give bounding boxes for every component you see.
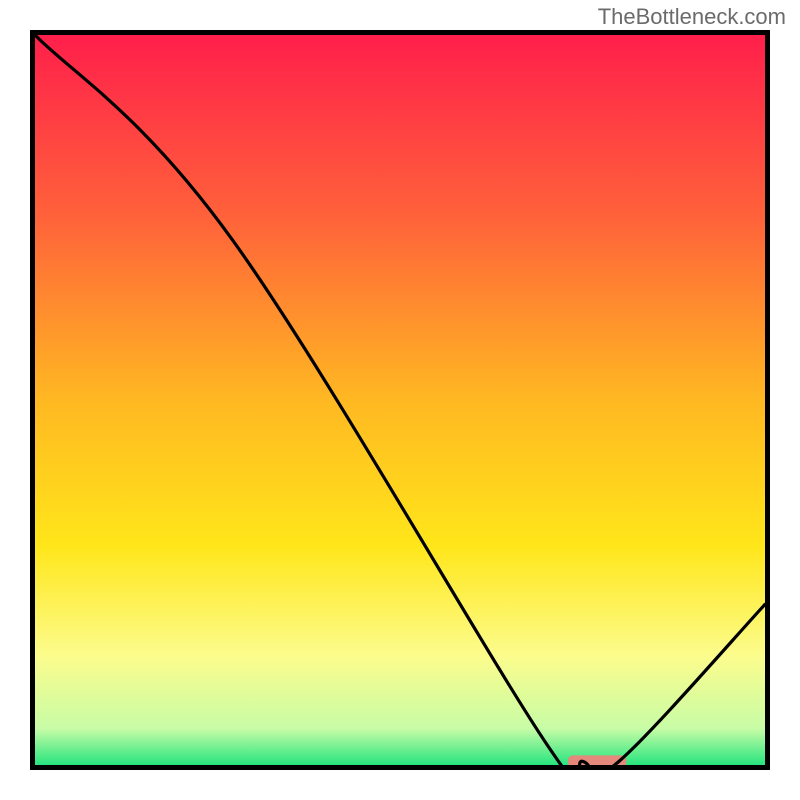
- chart-svg: [35, 35, 765, 765]
- gradient-background: [35, 35, 765, 765]
- watermark-text: TheBottleneck.com: [598, 4, 786, 30]
- plot-frame: [30, 30, 770, 770]
